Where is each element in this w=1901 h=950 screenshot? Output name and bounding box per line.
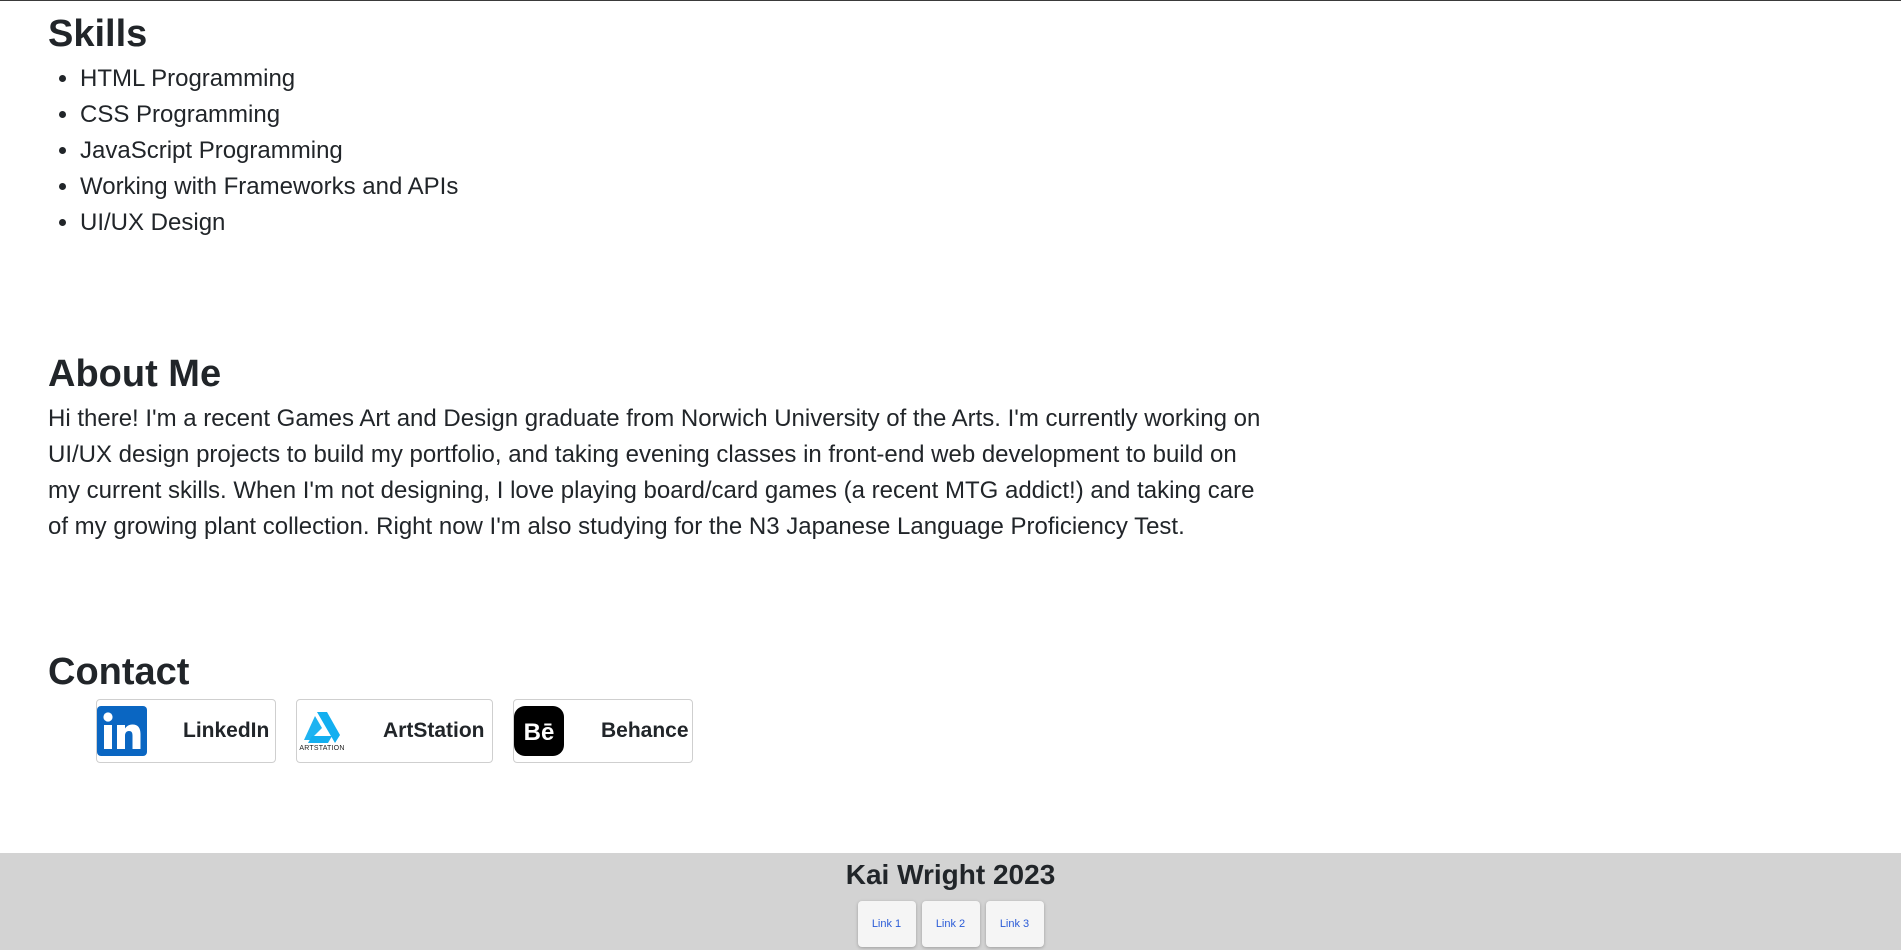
artstation-link[interactable]: ARTSTATION ArtStation bbox=[296, 699, 493, 763]
about-section: About Me Hi there! I'm a recent Games Ar… bbox=[48, 351, 1268, 545]
artstation-icon: ARTSTATION bbox=[297, 706, 347, 756]
footer: Kai Wright 2023 Link 1 Link 2 Link 3 bbox=[0, 853, 1901, 950]
list-item: JavaScript Programming bbox=[80, 133, 1268, 169]
behance-icon: Bē bbox=[514, 706, 564, 756]
list-item: UI/UX Design bbox=[80, 205, 1268, 241]
svg-text:Bē: Bē bbox=[524, 719, 555, 746]
page: Skills HTML Programming CSS Programming … bbox=[0, 0, 1901, 950]
footer-link-3[interactable]: Link 3 bbox=[985, 901, 1044, 947]
list-item: CSS Programming bbox=[80, 97, 1268, 133]
contact-links: LinkedIn ARTSTATION ArtStation Bē Behanc… bbox=[96, 699, 1268, 763]
footer-link-2[interactable]: Link 2 bbox=[921, 901, 980, 947]
skills-heading: Skills bbox=[48, 13, 148, 55]
footer-title: Kai Wright 2023 bbox=[845, 859, 1056, 890]
about-heading: About Me bbox=[48, 353, 222, 395]
linkedin-icon bbox=[97, 706, 147, 756]
artstation-logo-text: ARTSTATION bbox=[299, 745, 345, 752]
skills-section: Skills HTML Programming CSS Programming … bbox=[48, 11, 1268, 241]
main-content: Skills HTML Programming CSS Programming … bbox=[48, 1, 1268, 763]
linkedin-label: LinkedIn bbox=[183, 719, 270, 742]
list-item: Working with Frameworks and APIs bbox=[80, 169, 1268, 205]
linkedin-link[interactable]: LinkedIn bbox=[96, 699, 276, 763]
behance-link[interactable]: Bē Behance bbox=[513, 699, 693, 763]
footer-link-1[interactable]: Link 1 bbox=[857, 901, 916, 947]
footer-links: Link 1 Link 2 Link 3 bbox=[0, 901, 1901, 947]
contact-heading: Contact bbox=[48, 651, 190, 693]
artstation-label: ArtStation bbox=[383, 719, 485, 742]
list-item: HTML Programming bbox=[80, 61, 1268, 97]
skills-list: HTML Programming CSS Programming JavaScr… bbox=[48, 61, 1268, 241]
contact-section: Contact LinkedIn ARTSTATION ArtStation B… bbox=[48, 649, 1268, 763]
about-text: Hi there! I'm a recent Games Art and Des… bbox=[48, 405, 1261, 540]
behance-label: Behance bbox=[601, 719, 689, 742]
